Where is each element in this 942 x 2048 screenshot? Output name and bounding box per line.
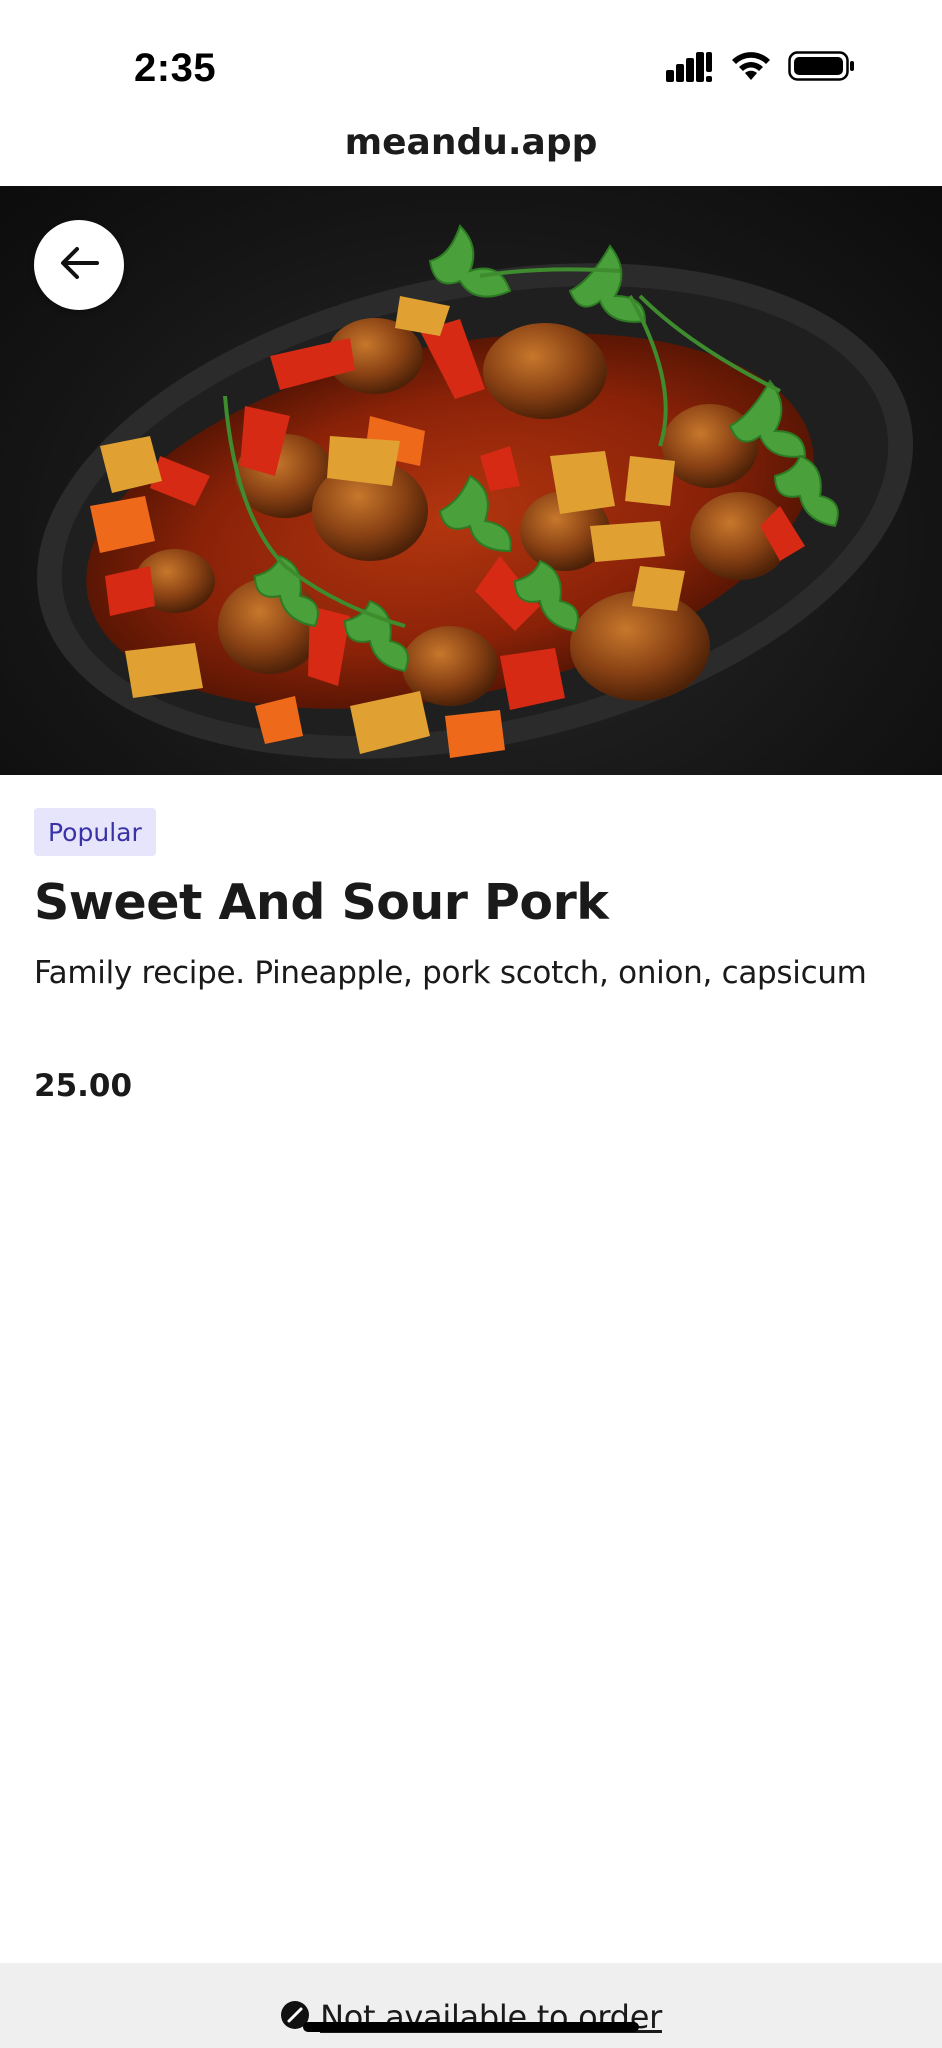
item-description: Family recipe. Pineapple, pork scotch, o… (34, 955, 867, 991)
cellular-signal-icon (666, 50, 714, 86)
url-text: meandu.app (344, 122, 598, 163)
popular-badge: Popular (34, 808, 156, 856)
browser-url-bar[interactable]: meandu.app (0, 110, 942, 186)
home-indicator[interactable] (303, 2022, 639, 2032)
back-button[interactable] (34, 220, 124, 310)
item-title: Sweet And Sour Pork (34, 874, 609, 931)
order-status-bar: Not available to order (0, 1963, 942, 2048)
status-time: 2:35 (134, 46, 217, 90)
arrow-left-icon (59, 246, 99, 284)
dish-image (0, 186, 942, 775)
battery-icon (788, 50, 856, 86)
dish-illustration (36, 224, 914, 759)
status-bar: 2:35 (0, 0, 942, 110)
wifi-icon (730, 50, 772, 86)
status-icons (666, 50, 856, 86)
order-status: Not available to order (280, 1986, 662, 2048)
item-price: 25.00 (34, 1068, 133, 1104)
